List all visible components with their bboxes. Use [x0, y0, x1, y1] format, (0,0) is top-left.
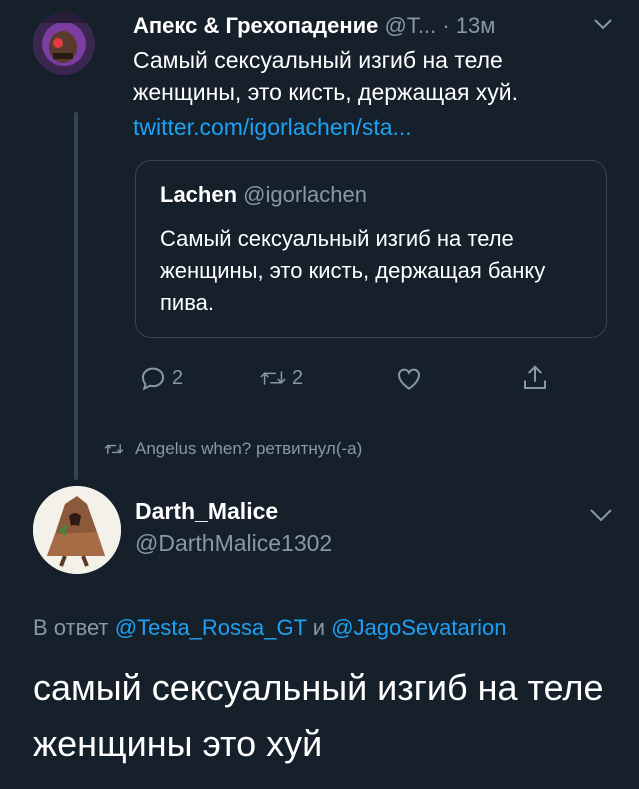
reply-icon	[141, 367, 165, 391]
avatar-darth-malice[interactable]	[33, 486, 121, 574]
reply-count: 2	[172, 366, 184, 389]
retweet-icon	[260, 371, 286, 385]
quote-text: Самый сексуальный изгиб на теле женщины,…	[160, 226, 546, 315]
avatar-apex[interactable]	[33, 13, 95, 75]
reply-prefix: В ответ	[33, 615, 109, 640]
author-name[interactable]: Апекс & Грехопадение	[133, 13, 378, 38]
quote-author-name: Lachen	[160, 182, 238, 207]
retweet-count: 2	[292, 366, 304, 389]
tweet1-header: Апекс & Грехопадение @T... · 13м	[133, 12, 619, 40]
share-button[interactable]	[520, 362, 550, 394]
author-name[interactable]: Darth_Malice	[135, 496, 278, 526]
avatar-image	[33, 13, 95, 75]
mention-link[interactable]: @Testa_Rossa_GT	[115, 615, 307, 640]
share-icon	[524, 365, 546, 389]
author-handle[interactable]: @T...	[385, 13, 437, 38]
retweet-notice-text: Angelus when? ретвитнул(-а)	[135, 439, 363, 458]
chevron-down-icon[interactable]	[589, 507, 613, 523]
tweet1-link[interactable]: twitter.com/igorlachen/sta...	[133, 112, 412, 142]
reply-and: и	[312, 615, 326, 640]
retweet-small-icon	[104, 444, 124, 454]
tweet1-text: Самый сексуальный изгиб на теле женщины,…	[133, 47, 519, 105]
heart-icon	[397, 368, 421, 390]
author-handle[interactable]: @DarthMalice1302	[135, 528, 332, 558]
quote-header: Lachen @igorlachen	[160, 181, 367, 209]
quoted-tweet[interactable]: Lachen @igorlachen Самый сексуальный изг…	[135, 160, 607, 338]
quote-author-handle: @igorlachen	[243, 182, 368, 207]
reply-button[interactable]: 2	[138, 362, 183, 394]
tweet2-text: самый сексуальный изгиб на теле женщины …	[33, 667, 604, 764]
avatar-image	[33, 486, 121, 574]
like-button[interactable]	[394, 362, 424, 394]
reply-to-line: В ответ @Testa_Rossa_GT и @JagoSevatario…	[33, 613, 506, 643]
mention-link[interactable]: @JagoSevatarion	[331, 615, 506, 640]
retweet-button[interactable]: 2	[258, 362, 303, 394]
chevron-down-icon[interactable]	[593, 17, 613, 31]
tweet-time[interactable]: · 13м	[442, 13, 495, 38]
retweet-notice[interactable]: Angelus when? ретвитнул(-а)	[103, 438, 362, 460]
thread-line	[74, 112, 78, 480]
